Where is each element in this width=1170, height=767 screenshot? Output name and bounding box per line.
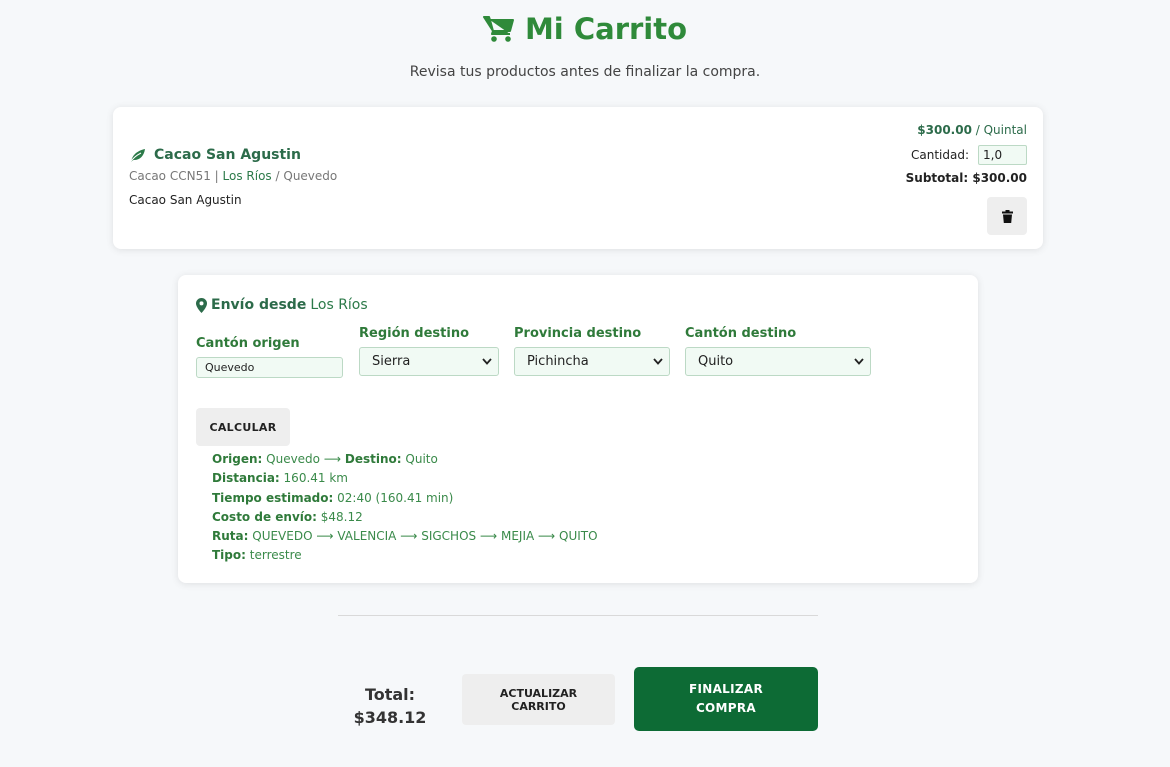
remove-item-button[interactable] <box>987 197 1027 235</box>
result-origin: Quevedo <box>266 452 321 466</box>
finalize-line2: COMPRA <box>695 701 757 715</box>
update-cart-button[interactable]: ACTUALIZAR CARRITO <box>462 674 615 725</box>
shipping-title: Envío desde Los Ríos <box>196 297 368 313</box>
chevron-down-icon <box>482 358 492 365</box>
result-cost-label: Costo de envío: <box>212 509 317 524</box>
result-distance: Distancia: 160.41 km <box>212 469 598 488</box>
product-variety: Cacao CCN51 <box>129 169 211 183</box>
result-type-value: terrestre <box>249 548 302 563</box>
province-value: Pichincha <box>527 354 589 369</box>
total-label: Total: <box>364 685 416 704</box>
product-description: Cacao San Agustin <box>129 193 242 207</box>
quantity-label: Cantidad: <box>910 148 969 162</box>
product-unit: Quintal <box>983 123 1027 137</box>
leaf-icon <box>129 148 145 163</box>
result-type: Tipo: terrestre <box>212 546 598 565</box>
region-value: Sierra <box>372 354 411 369</box>
shipping-results: Origen: Quevedo ⟶ Destino: Quito Distanc… <box>212 450 598 566</box>
origin-label: Cantón origen <box>196 336 300 351</box>
title-row: Mi Carrito <box>482 12 688 46</box>
calculate-button[interactable]: CALCULAR <box>196 408 290 446</box>
result-dest-label: Destino: <box>344 452 402 466</box>
origin-field: Cantón origen Quevedo <box>196 336 343 378</box>
total-value: $348.12 <box>353 708 427 727</box>
map-marker-icon <box>196 297 207 313</box>
subtotal-line: Subtotal: $300.00 <box>906 171 1027 185</box>
province-label: Provincia destino <box>514 326 642 341</box>
finalize-line1: FINALIZAR <box>688 682 764 696</box>
total-block: Total: $348.12 <box>350 683 430 729</box>
finalize-purchase-button[interactable]: FINALIZAR COMPRA <box>634 667 818 731</box>
subtotal-value: $300.00 <box>972 171 1027 185</box>
page-title: Mi Carrito <box>524 12 688 46</box>
shipping-title-prefix: Envío desde <box>211 297 307 313</box>
chevron-down-icon <box>854 358 864 365</box>
update-cart-line1: ACTUALIZAR <box>499 686 578 700</box>
meta-separator: | <box>214 169 223 183</box>
result-time: Tiempo estimado: 02:40 (160.41 min) <box>212 489 598 508</box>
result-time-value: 02:40 (160.41 min) <box>337 490 454 505</box>
result-origin-label: Origen: <box>212 452 263 466</box>
result-route-label: Ruta: <box>212 529 249 544</box>
chevron-down-icon <box>653 358 663 365</box>
update-cart-line2: CARRITO <box>511 699 566 713</box>
result-distance-value: 160.41 km <box>283 471 348 486</box>
result-arrow: ⟶ <box>323 452 342 466</box>
product-meta: Cacao CCN51 | Los Ríos / Quevedo <box>129 169 337 183</box>
result-origin-destination: Origen: Quevedo ⟶ Destino: Quito <box>212 450 598 469</box>
page-header: Mi Carrito <box>0 12 1170 48</box>
canton-value: Quito <box>698 354 734 369</box>
trash-icon <box>1001 209 1013 223</box>
price-slash: / <box>975 123 984 137</box>
product-price: $300.00 <box>917 123 972 137</box>
canton-select[interactable]: Quito <box>685 347 871 376</box>
region-select[interactable]: Sierra <box>359 347 499 376</box>
price-line: $300.00 / Quintal <box>917 123 1027 137</box>
cart-item-card: Cacao San Agustin Cacao CCN51 | Los Ríos… <box>113 107 1043 249</box>
canton-label: Cantón destino <box>685 326 797 341</box>
quantity-input[interactable] <box>978 145 1027 165</box>
province-field: Provincia destino Pichincha <box>514 326 670 376</box>
quantity-row: Cantidad: <box>911 145 1027 165</box>
result-distance-label: Distancia: <box>212 471 280 486</box>
result-dest: Quito <box>405 452 438 466</box>
shipping-card: Envío desde Los Ríos Cantón origen Queve… <box>178 275 978 583</box>
origin-input[interactable]: Quevedo <box>196 357 343 378</box>
region-label: Región destino <box>359 326 470 341</box>
product-province: Los Ríos <box>222 169 272 183</box>
subtotal-label: Subtotal: <box>905 171 969 185</box>
shipping-title-location: Los Ríos <box>310 297 368 313</box>
product-name: Cacao San Agustin <box>154 147 301 163</box>
product-name-row: Cacao San Agustin <box>129 147 301 163</box>
region-field: Región destino Sierra <box>359 326 499 376</box>
divider <box>338 615 818 616</box>
canton-field: Cantón destino Quito <box>685 326 871 376</box>
result-type-label: Tipo: <box>212 548 246 563</box>
result-route-value: QUEVEDO ⟶ VALENCIA ⟶ SIGCHOS ⟶ MEJIA ⟶ Q… <box>252 529 598 544</box>
result-cost: Costo de envío: $48.12 <box>212 508 598 527</box>
product-canton: Quevedo <box>283 169 338 183</box>
cart-icon <box>482 16 514 42</box>
result-time-label: Tiempo estimado: <box>212 490 334 505</box>
result-route: Ruta: QUEVEDO ⟶ VALENCIA ⟶ SIGCHOS ⟶ MEJ… <box>212 527 598 546</box>
province-select[interactable]: Pichincha <box>514 347 670 376</box>
page-subtitle: Revisa tus productos antes de finalizar … <box>409 64 761 80</box>
result-cost-value: $48.12 <box>320 509 363 524</box>
